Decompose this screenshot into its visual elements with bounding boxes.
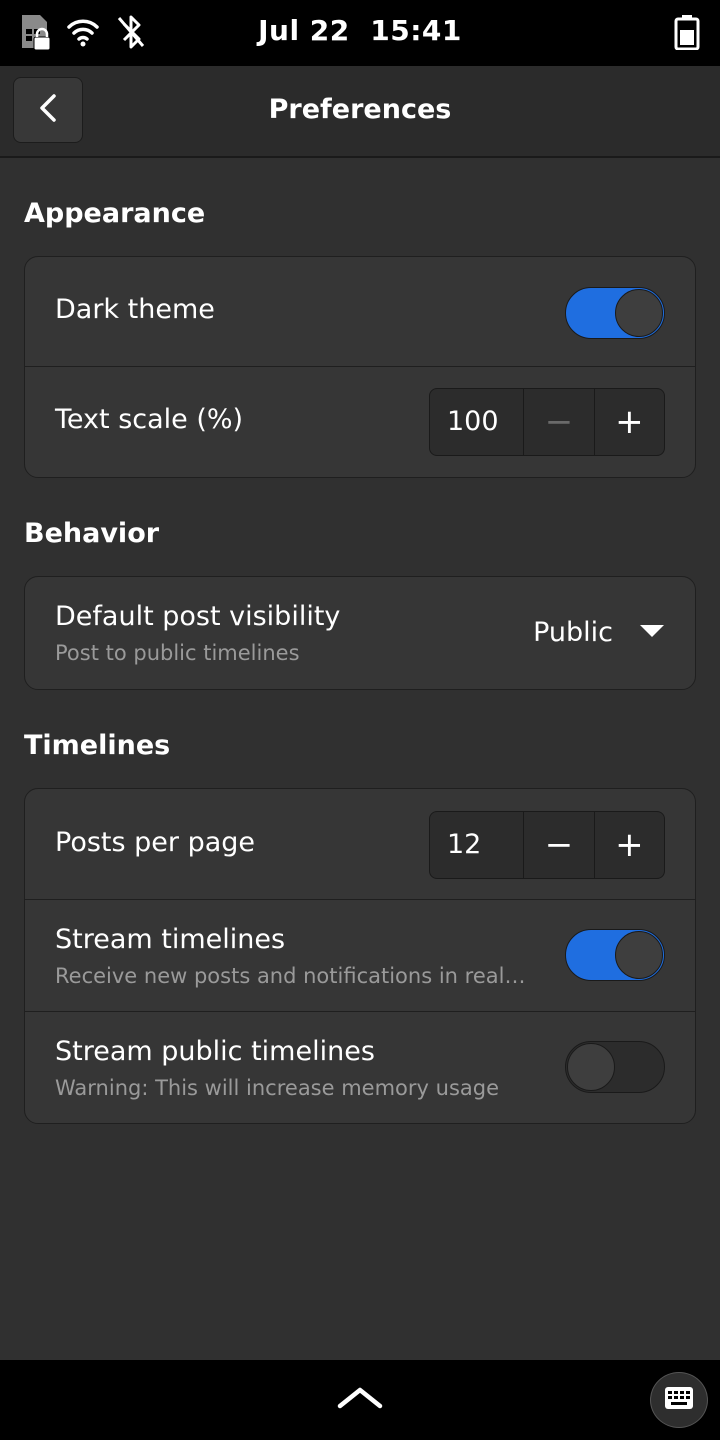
post-visibility-dropdown[interactable]: Public [533,617,665,648]
keyboard-icon [664,1386,694,1414]
text-scale-value[interactable]: 100 [430,389,523,455]
toggle-knob [567,1043,615,1091]
dark-theme-label: Dark theme [55,294,215,325]
section-title-timelines: Timelines [24,730,171,761]
stream-timelines-subtitle: Receive new posts and notifications in r… [55,964,526,988]
header-bar: Preferences [0,66,720,158]
behavior-card: Default post visibility Post to public t… [24,576,696,690]
dark-theme-row[interactable]: Dark theme [25,257,695,367]
section-title-behavior: Behavior [24,518,160,549]
post-visibility-row[interactable]: Default post visibility Post to public t… [25,577,695,689]
posts-per-page-decrement-button[interactable]: − [523,812,593,878]
text-scale-decrement-button[interactable]: − [523,389,593,455]
post-visibility-value: Public [533,617,613,648]
status-bar: Jul 22 15:41 [0,0,720,66]
text-scale-row: Text scale (%) 100 − + [25,367,695,477]
stream-timelines-label: Stream timelines [55,924,286,955]
appearance-card: Dark theme Text scale (%) 100 − + [24,256,696,478]
text-scale-increment-button[interactable]: + [593,389,664,455]
section-title-appearance: Appearance [24,198,206,229]
post-visibility-label: Default post visibility [55,601,341,632]
post-visibility-subtitle: Post to public timelines [55,641,300,665]
dropdown-arrow-icon [639,623,665,643]
battery-icon [674,14,700,54]
posts-per-page-value[interactable]: 12 [430,812,523,878]
posts-per-page-row: Posts per page 12 − + [25,789,695,900]
dark-theme-toggle[interactable] [565,287,665,339]
toggle-knob [615,931,663,979]
stream-public-subtitle: Warning: This will increase memory usage [55,1076,500,1100]
status-datetime: Jul 22 15:41 [0,14,720,47]
stream-timelines-toggle[interactable] [565,929,665,981]
stream-public-row[interactable]: Stream public timelines Warning: This wi… [25,1012,695,1123]
stream-public-label: Stream public timelines [55,1036,375,1067]
stream-timelines-row[interactable]: Stream timelines Receive new posts and n… [25,900,695,1012]
posts-per-page-label: Posts per page [55,827,256,858]
bottom-bar [0,1360,720,1440]
text-scale-stepper: 100 − + [429,388,665,456]
page-title: Preferences [268,94,452,125]
text-scale-label: Text scale (%) [55,404,244,435]
posts-per-page-increment-button[interactable]: + [593,812,664,878]
keyboard-button[interactable] [650,1372,708,1428]
posts-per-page-stepper: 12 − + [429,811,665,879]
timelines-card: Posts per page 12 − + Stream timelines R… [24,788,696,1124]
status-date: Jul 22 [258,14,350,47]
chevron-up-icon[interactable] [336,1382,384,1416]
toggle-knob [615,289,663,337]
stream-public-toggle[interactable] [565,1041,665,1093]
status-time: 15:41 [370,14,462,47]
